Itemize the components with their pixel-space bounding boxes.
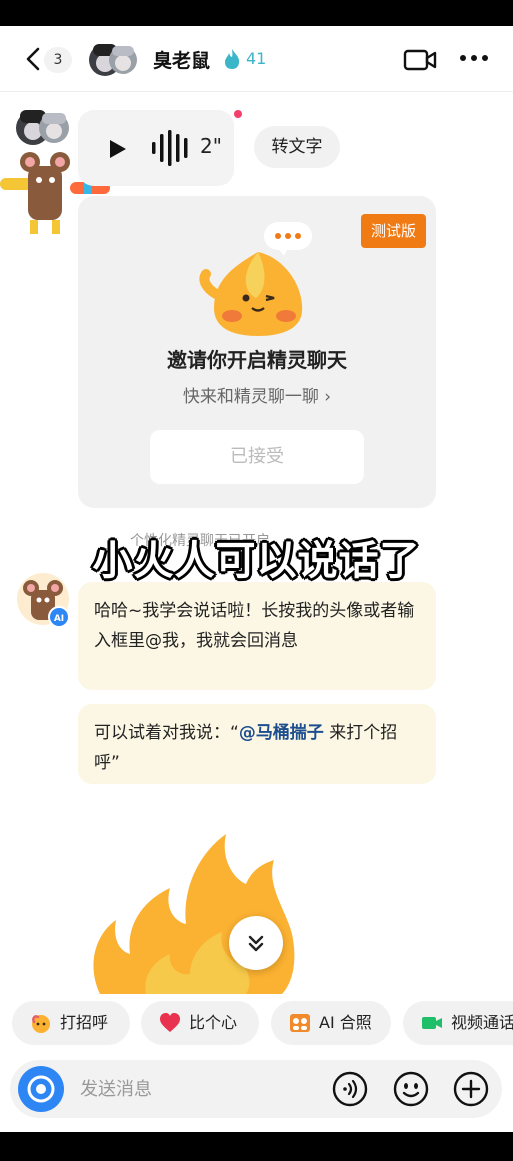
- ai-message-text: 哈哈~我学会说话啦！长按我的头像或者输入框里@我，我就会回消息: [94, 601, 415, 651]
- ai-message-bubble[interactable]: 可以试着对我说：“@马桶揣子 来打个招呼”: [78, 704, 436, 784]
- quick-action-label: 打招呼: [60, 1013, 109, 1032]
- plus-icon[interactable]: [453, 1071, 489, 1107]
- mention-link[interactable]: @马桶揣子: [239, 723, 324, 743]
- quick-action-ai-photo[interactable]: AI 合照: [271, 1001, 391, 1045]
- spirit-invite-card[interactable]: 测试版 邀请你开启精灵聊天 快来和精灵聊一聊 › 已接受: [78, 196, 436, 508]
- unread-count-badge[interactable]: 3: [44, 47, 72, 73]
- contact-name[interactable]: 臭老鼠: [153, 46, 210, 73]
- quick-action-label: 视频通话: [451, 1013, 513, 1032]
- ai-message-bubble[interactable]: 哈哈~我学会说话啦！长按我的头像或者输入框里@我，我就会回消息: [78, 582, 436, 690]
- scroll-to-bottom-button[interactable]: [229, 916, 283, 970]
- unread-dot: [234, 110, 242, 118]
- wave-hand-icon: [32, 1015, 50, 1033]
- chat-screen: 3 臭老鼠 41 2" 转文字 测试版 邀请你开启精灵聊天 快来和精灵聊一聊 ›…: [0, 26, 513, 1132]
- ai-badge: AI: [48, 606, 70, 628]
- video-call-icon: [422, 1017, 442, 1029]
- quick-action-video-call[interactable]: 视频通话: [403, 1001, 513, 1045]
- spark-flame-icon: [225, 49, 240, 69]
- voice-input-icon[interactable]: [332, 1071, 368, 1107]
- invite-subtitle-link[interactable]: 快来和精灵聊一聊 ›: [78, 382, 436, 407]
- heart-icon: [160, 1013, 180, 1032]
- message-input-bar: [10, 1060, 502, 1118]
- spark-count: 41: [246, 49, 267, 68]
- chat-header: 3 臭老鼠 41: [0, 26, 513, 92]
- ai-message-prefix: 可以试着对我说：“: [94, 723, 239, 743]
- play-icon[interactable]: [106, 138, 128, 160]
- quick-action-row: 打招呼 比个心 AI 合照 视频通话: [0, 1001, 513, 1047]
- voice-message-bubble[interactable]: 2": [78, 110, 234, 186]
- convert-to-text-button[interactable]: 转文字: [254, 126, 340, 168]
- invite-title: 邀请你开启精灵聊天: [167, 348, 347, 372]
- photo-icon: [290, 1014, 310, 1032]
- bottom-bar: [0, 1132, 513, 1161]
- quick-action-heart[interactable]: 比个心: [141, 1001, 259, 1045]
- quick-action-label: 比个心: [189, 1013, 238, 1032]
- back-arrow-icon[interactable]: [22, 46, 46, 72]
- video-caption-overlay: 小火人可以说话了: [92, 538, 421, 584]
- emoji-icon[interactable]: [393, 1071, 429, 1107]
- camera-button[interactable]: [18, 1066, 64, 1112]
- voice-wave-icon: [152, 130, 188, 166]
- more-options-icon[interactable]: [458, 53, 490, 63]
- message-input[interactable]: [80, 1060, 320, 1118]
- sender-avatar[interactable]: [16, 104, 70, 152]
- beta-badge: 测试版: [360, 214, 426, 248]
- voice-duration: 2": [200, 134, 222, 158]
- quick-action-label: AI 合照: [319, 1013, 372, 1032]
- quick-action-wave[interactable]: 打招呼: [12, 1001, 130, 1045]
- spirit-mascot-icon: [199, 222, 312, 336]
- contact-avatar[interactable]: [88, 36, 138, 84]
- video-call-icon[interactable]: [403, 48, 437, 72]
- fire-sticker-icon: [93, 834, 295, 994]
- camera-icon: [27, 1075, 55, 1103]
- accepted-button[interactable]: 已接受: [150, 430, 364, 484]
- double-chevron-down-icon: [248, 935, 264, 952]
